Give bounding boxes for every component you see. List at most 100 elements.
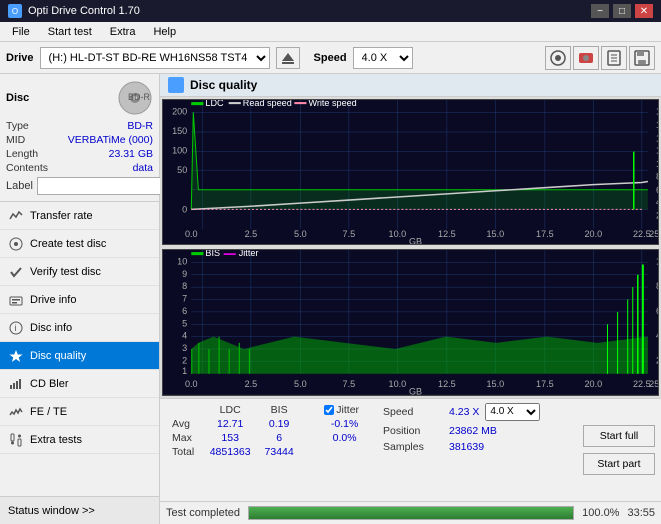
progress-bar-fill (249, 507, 573, 519)
total-jitter (320, 445, 369, 459)
menu-extra[interactable]: Extra (102, 24, 144, 40)
disc-label-label: Label (6, 180, 33, 192)
svg-text:12.5: 12.5 (438, 379, 456, 389)
menu-start-test[interactable]: Start test (40, 24, 100, 40)
total-spacer (300, 445, 320, 459)
max-jitter: 0.0% (320, 431, 369, 445)
svg-text:12X: 12X (656, 145, 658, 155)
jitter-label: Jitter (336, 404, 359, 416)
eject-button[interactable] (276, 47, 300, 69)
col-header-ldc: LDC (202, 403, 258, 417)
top-chart: 200 150 100 50 0 18X 16X 14X 12X 10X 8X … (162, 99, 659, 245)
svg-text:17.5: 17.5 (536, 229, 554, 239)
svg-text:6: 6 (182, 306, 187, 316)
svg-text:5.0: 5.0 (294, 229, 307, 239)
speed-right-val: 4.23 X (449, 406, 479, 418)
nav-verify-test-disc[interactable]: Verify test disc (0, 258, 159, 286)
toolbar-btn-save[interactable] (629, 46, 655, 70)
close-button[interactable]: ✕ (635, 4, 653, 18)
progress-bar-background (248, 506, 574, 520)
svg-text:2.5: 2.5 (245, 379, 258, 389)
verify-test-disc-icon (8, 264, 24, 280)
nav-fe-te[interactable]: FE / TE (0, 398, 159, 426)
app-icon: O (8, 4, 22, 18)
cd-bler-icon (8, 376, 24, 392)
nav-drive-info[interactable]: Drive info (0, 286, 159, 314)
nav-create-test-disc[interactable]: Create test disc (0, 230, 159, 258)
titlebar-left: O Opti Drive Control 1.70 (8, 4, 140, 18)
status-window[interactable]: Status window >> (0, 496, 159, 524)
menu-file[interactable]: File (4, 24, 38, 40)
svg-text:200: 200 (172, 106, 187, 116)
disc-title: Disc (6, 92, 29, 104)
svg-text:6X: 6X (656, 184, 658, 194)
chart-title: Disc quality (190, 78, 257, 92)
disc-type-value: BD-R (127, 120, 153, 132)
disc-image: BD-R (117, 80, 153, 116)
drive-select[interactable]: (H:) HL-DT-ST BD-RE WH16NS58 TST4 (40, 47, 270, 69)
toolbar-btn-2[interactable] (573, 46, 599, 70)
svg-text:Write speed: Write speed (308, 100, 356, 108)
nav-verify-test-disc-label: Verify test disc (30, 266, 101, 278)
svg-text:Read speed: Read speed (243, 100, 292, 108)
svg-text:4X: 4X (656, 197, 658, 207)
svg-text:5: 5 (182, 318, 187, 328)
maximize-button[interactable]: □ (613, 4, 631, 18)
nav-disc-quality[interactable]: Disc quality (0, 342, 159, 370)
transfer-rate-icon (8, 208, 24, 224)
svg-text:7.5: 7.5 (343, 379, 356, 389)
svg-text:15.0: 15.0 (487, 379, 505, 389)
nav-items: Transfer rate Create test disc Verify te… (0, 202, 159, 496)
svg-text:25.0: 25.0 (649, 229, 658, 239)
stats-row-total: Total 4851363 73444 (168, 445, 369, 459)
avg-label: Avg (168, 417, 202, 431)
svg-text:20.0: 20.0 (585, 229, 603, 239)
avg-bis: 0.19 (258, 417, 300, 431)
start-full-button[interactable]: Start full (583, 425, 655, 447)
toolbar-btn-3[interactable] (601, 46, 627, 70)
svg-text:10X: 10X (656, 159, 658, 169)
svg-text:14X: 14X (656, 133, 658, 143)
nav-disc-info[interactable]: i Disc info (0, 314, 159, 342)
main-area: Disc BD-R Type BD-R MID VERBATiMe (000) … (0, 74, 661, 524)
disc-label-input[interactable] (37, 177, 175, 195)
chart-header-icon (168, 77, 184, 93)
speed-right-select[interactable]: 4.0 X (485, 403, 540, 421)
svg-text:7: 7 (182, 294, 187, 304)
svg-text:9: 9 (182, 269, 187, 279)
svg-text:2X: 2X (656, 210, 658, 220)
svg-text:150: 150 (172, 126, 187, 136)
samples-row: Samples 381639 (383, 441, 571, 453)
start-part-button[interactable]: Start part (583, 453, 655, 475)
svg-text:0.0: 0.0 (185, 379, 198, 389)
disc-length-value: 23.31 GB (109, 148, 153, 160)
nav-transfer-rate[interactable]: Transfer rate (0, 202, 159, 230)
titlebar-title: Opti Drive Control 1.70 (28, 5, 140, 17)
sidebar: Disc BD-R Type BD-R MID VERBATiMe (000) … (0, 74, 160, 524)
toolbar-btn-1[interactable] (545, 46, 571, 70)
max-spacer (300, 431, 320, 445)
svg-text:8X: 8X (656, 171, 658, 181)
minimize-button[interactable]: − (591, 4, 609, 18)
col-header-jitter: Jitter (320, 403, 369, 417)
jitter-checkbox[interactable] (324, 405, 334, 415)
create-test-disc-icon (8, 236, 24, 252)
total-bis: 73444 (258, 445, 300, 459)
speed-select[interactable]: 4.0 X (353, 47, 413, 69)
svg-text:8%: 8% (656, 281, 658, 291)
disc-mid-label: MID (6, 134, 25, 146)
action-buttons: Start full Start part (577, 399, 661, 502)
svg-text:0.0: 0.0 (185, 229, 198, 239)
menu-help[interactable]: Help (145, 24, 184, 40)
samples-label: Samples (383, 441, 443, 453)
titlebar-controls[interactable]: − □ ✕ (591, 4, 653, 18)
speed-right-label: Speed (383, 406, 443, 418)
nav-cd-bler[interactable]: CD Bler (0, 370, 159, 398)
svg-text:4: 4 (182, 331, 187, 341)
svg-text:i: i (15, 323, 17, 333)
stats-area: LDC BIS Jitter (160, 398, 661, 502)
max-ldc: 153 (202, 431, 258, 445)
svg-text:0: 0 (182, 204, 187, 214)
svg-text:4%: 4% (656, 331, 658, 341)
nav-extra-tests[interactable]: Extra tests (0, 426, 159, 454)
